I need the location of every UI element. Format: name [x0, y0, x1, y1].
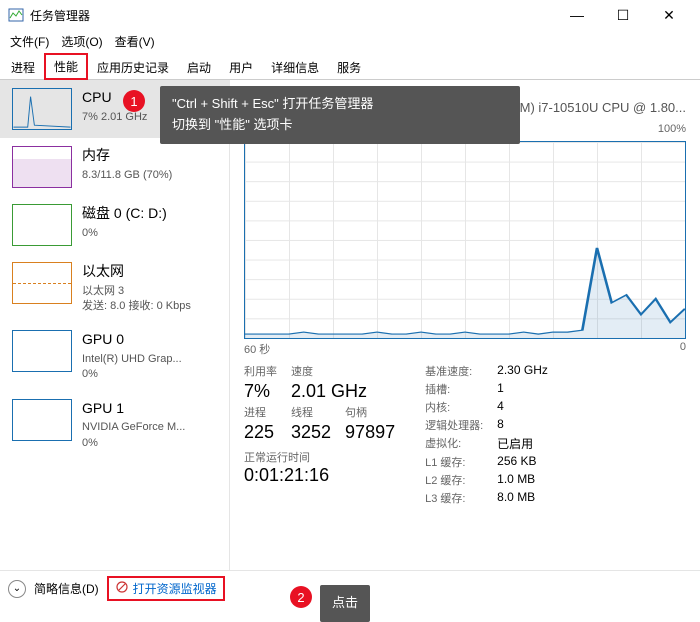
sidebar-sub2: 0% — [82, 436, 185, 451]
l2-label: L2 缓存: — [425, 472, 483, 488]
tab-users[interactable]: 用户 — [220, 55, 262, 79]
close-button[interactable]: ✕ — [646, 0, 692, 30]
sidebar-label: GPU 0 — [82, 330, 182, 350]
l2-value: 1.0 MB — [497, 472, 548, 488]
tab-details[interactable]: 详细信息 — [262, 55, 328, 79]
menu-view[interactable]: 查看(V) — [109, 31, 161, 52]
tab-performance[interactable]: 性能 — [44, 53, 88, 80]
proc-value: 225 — [244, 422, 277, 443]
base-value: 2.30 GHz — [497, 363, 548, 379]
tab-startup[interactable]: 启动 — [178, 55, 220, 79]
annotation-1-line1: "Ctrl + Shift + Esc" 打开任务管理器 — [172, 94, 508, 115]
lp-label: 逻辑处理器: — [425, 417, 483, 433]
sidebar-sub2: 发送: 8.0 接收: 0 Kbps — [82, 299, 191, 314]
chevron-down-icon[interactable]: ⌄ — [8, 580, 26, 598]
menu-options[interactable]: 选项(O) — [55, 31, 108, 52]
sidebar-sub: 0% — [82, 226, 167, 241]
util-label: 利用率 — [244, 363, 277, 379]
lp-value: 8 — [497, 417, 548, 433]
base-label: 基准速度: — [425, 363, 483, 379]
proc-label: 进程 — [244, 404, 277, 420]
sidebar-sub: 8.3/11.8 GB (70%) — [82, 168, 172, 183]
core-label: 内核: — [425, 399, 483, 415]
annotation-badge-2: 2 — [290, 586, 312, 608]
l3-label: L3 缓存: — [425, 490, 483, 506]
annotation-1: "Ctrl + Shift + Esc" 打开任务管理器 切换到 "性能" 选项… — [160, 86, 520, 144]
app-icon — [8, 7, 24, 23]
handle-value: 97897 — [345, 422, 395, 443]
sidebar-item-memory[interactable]: 内存 8.3/11.8 GB (70%) — [0, 138, 229, 196]
sidebar: CPU 7% 2.01 GHz 内存 8.3/11.8 GB (70%) 磁盘 … — [0, 80, 230, 570]
sidebar-item-gpu1[interactable]: GPU 1 NVIDIA GeForce M... 0% — [0, 391, 229, 459]
window-title: 任务管理器 — [30, 7, 554, 24]
annotation-badge-1: 1 — [123, 90, 145, 112]
handle-label: 句柄 — [345, 404, 395, 420]
sidebar-label: GPU 1 — [82, 399, 185, 419]
sidebar-label: 内存 — [82, 146, 172, 166]
sidebar-item-gpu0[interactable]: GPU 0 Intel(R) UHD Grap... 0% — [0, 322, 229, 390]
sidebar-sub: NVIDIA GeForce M... — [82, 420, 185, 435]
annotation-2: 点击 — [320, 585, 370, 622]
chart-ymax: 100% — [658, 123, 686, 139]
cpu-chart — [244, 141, 686, 339]
brief-info-button[interactable]: 简略信息(D) — [34, 580, 99, 597]
resmon-label: 打开资源监视器 — [133, 580, 217, 597]
sock-label: 插槽: — [425, 381, 483, 397]
sidebar-sub2: 0% — [82, 367, 182, 382]
chart-xright: 0 — [680, 341, 686, 357]
chart-xleft: 60 秒 — [244, 341, 270, 357]
tab-processes[interactable]: 进程 — [2, 55, 44, 79]
annotation-1-line2: 切换到 "性能" 选项卡 — [172, 115, 508, 136]
sidebar-item-ethernet[interactable]: 以太网 以太网 3 发送: 8.0 接收: 0 Kbps — [0, 254, 229, 322]
tab-services[interactable]: 服务 — [328, 55, 370, 79]
open-resmon-link[interactable]: 打开资源监视器 — [107, 576, 225, 601]
speed-value: 2.01 GHz — [291, 381, 395, 402]
tab-history[interactable]: 应用历史记录 — [88, 55, 178, 79]
sidebar-label: 以太网 — [82, 262, 191, 282]
virt-value: 已启用 — [497, 435, 548, 452]
minimize-button[interactable]: — — [554, 0, 600, 30]
thread-value: 3252 — [291, 422, 331, 443]
thread-label: 线程 — [291, 404, 331, 420]
l1-value: 256 KB — [497, 454, 548, 470]
sidebar-sub: 以太网 3 — [82, 284, 191, 299]
virt-label: 虚拟化: — [425, 435, 483, 452]
resmon-icon — [115, 580, 129, 597]
uptime-label: 正常运行时间 — [244, 449, 395, 465]
l3-value: 8.0 MB — [497, 490, 548, 506]
maximize-button[interactable]: ☐ — [600, 0, 646, 30]
sock-value: 1 — [497, 381, 548, 397]
l1-label: L1 缓存: — [425, 454, 483, 470]
sidebar-sub: 7% 2.01 GHz — [82, 110, 147, 125]
util-value: 7% — [244, 381, 277, 402]
core-value: 4 — [497, 399, 548, 415]
uptime-value: 0:01:21:16 — [244, 465, 395, 486]
sidebar-item-disk[interactable]: 磁盘 0 (C: D:) 0% — [0, 196, 229, 254]
speed-label: 速度 — [291, 363, 331, 379]
menu-file[interactable]: 文件(F) — [4, 31, 55, 52]
sidebar-label: 磁盘 0 (C: D:) — [82, 204, 167, 224]
sidebar-sub: Intel(R) UHD Grap... — [82, 352, 182, 367]
